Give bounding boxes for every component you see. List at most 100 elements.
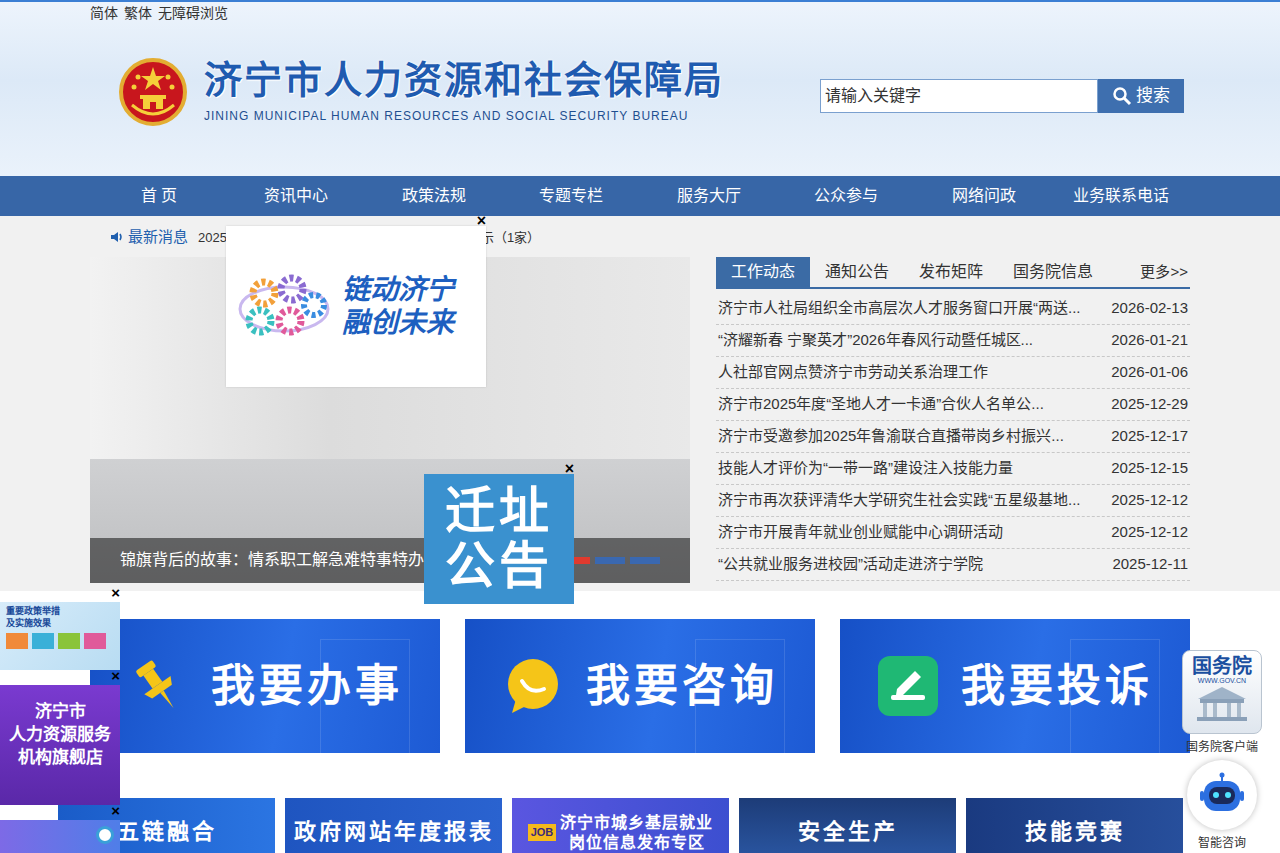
news-date: 2026-01-21 [1111, 329, 1188, 352]
nav-row: 首 页资讯中心政策法规专题专栏服务大厅公众参与网络问政业务联系电话 [90, 176, 1190, 216]
search-input[interactable] [820, 79, 1098, 113]
notice-line: 公告 [445, 539, 553, 594]
quick-button[interactable]: 我要办事 [90, 619, 440, 753]
tile-label: 五链融合 [117, 819, 217, 845]
close-button[interactable]: × [111, 585, 120, 600]
quick-label: 我要办事 [211, 653, 403, 719]
news-date: 2025-12-29 [1111, 393, 1188, 416]
nav-item[interactable]: 政策法规 [365, 176, 503, 216]
robot-label: 智能咨询 [1182, 834, 1262, 852]
close-button[interactable]: × [477, 214, 486, 228]
news-title[interactable]: 济宁市受邀参加2025年鲁渝联合直播带岗乡村振兴... [718, 425, 1064, 448]
quick-button[interactable]: 我要投诉 [840, 619, 1190, 753]
news-title[interactable]: 济宁市再次获评清华大学研究生社会实践“五星级基地... [718, 489, 1081, 512]
nav-item[interactable]: 业务联系电话 [1053, 176, 1191, 216]
news-row: “公共就业服务进校园”活动走进济宁学院 2025-12-11 [716, 549, 1190, 581]
more-link[interactable]: 更多>> [1140, 257, 1190, 287]
relocation-notice[interactable]: ×迁址公告 [424, 474, 574, 604]
close-button[interactable]: × [111, 803, 120, 818]
news-row: 济宁市人社局组织全市高层次人才服务窗口开展“两送... 2026-02-13 [716, 293, 1190, 325]
ad-text: 济宁市 [4, 701, 116, 724]
news-date: 2026-02-13 [1111, 297, 1188, 320]
news-date: 2025-12-11 [1112, 553, 1188, 576]
news-title[interactable]: 济宁市人社局组织全市高层次人才服务窗口开展“两送... [718, 297, 1081, 320]
ticker-label: 最新消息 [128, 226, 188, 249]
tile-head: JOB济宁市城乡基层就业岗位信息发布专区 [528, 813, 714, 851]
topic-tile[interactable]: 安全生产 [739, 798, 956, 853]
carousel-caption[interactable]: 锦旗背后的故事：情系职工解急难特事特办显 [120, 548, 440, 572]
news-tab[interactable]: 国务院信息 [998, 257, 1108, 287]
job-badge: JOB [528, 824, 557, 841]
search-button[interactable]: 搜索 [1098, 79, 1184, 113]
carousel-dot[interactable] [595, 557, 625, 564]
news-zone: 最新消息 2025 示（1家） 锦旗背后的故事：情系职工解急难特事特办显 工作动态通知… [0, 216, 1280, 591]
news-title[interactable]: 人社部官网点赞济宁市劳动关系治理工作 [718, 361, 988, 384]
quick-label: 我要咨询 [586, 653, 778, 719]
nav-item[interactable]: 首 页 [90, 176, 228, 216]
carousel-dot[interactable] [630, 557, 660, 564]
national-emblem-icon [118, 57, 188, 127]
topic-tile[interactable]: 政府网站年度报表 [285, 798, 502, 853]
news-tab[interactable]: 工作动态 [716, 257, 810, 287]
quick-button[interactable]: 我要咨询 [465, 619, 815, 753]
side-ad[interactable]: × [0, 820, 120, 853]
news-tab[interactable]: 发布矩阵 [904, 257, 998, 287]
news-title[interactable]: 济宁市开展青年就业创业赋能中心调研活动 [718, 521, 1003, 544]
news-list: 济宁市人社局组织全市高层次人才服务窗口开展“两送... 2026-02-13 “济耀… [716, 293, 1190, 581]
nav-item[interactable]: 资讯中心 [228, 176, 366, 216]
site-subtitle: JINING MUNICIPAL HUMAN RESOURCES AND SOC… [204, 107, 724, 125]
ad-circle-icon [96, 826, 114, 844]
topic-tile[interactable]: JOB济宁市城乡基层就业岗位信息发布专区 [512, 798, 729, 853]
news-row: 济宁市受邀参加2025年鲁渝联合直播带岗乡村振兴...2025-12-17 [716, 421, 1190, 453]
robot-icon [1199, 772, 1245, 818]
top-link[interactable]: 简体 [90, 2, 118, 24]
main-nav: 首 页资讯中心政策法规专题专栏服务大厅公众参与网络问政业务联系电话 [0, 176, 1280, 216]
gov-url: WWW.GOV.CN [1183, 677, 1261, 685]
news-title[interactable]: 技能人才评价为“一带一路”建设注入技能力量 [718, 457, 1013, 480]
gov-app-label: 国务院客户端 [1182, 738, 1262, 756]
ticker-end: 示（1家） [481, 230, 540, 245]
promo-line: 链动济宁 [342, 274, 454, 306]
close-button[interactable]: × [565, 462, 574, 476]
news-row: “济耀新春 宁聚英才”2026年春风行动暨任城区... 2026-01-21 [716, 325, 1190, 357]
topic-tiles: 五链融合 政府网站年度报表 JOB济宁市城乡基层就业岗位信息发布专区 安全生产 技能竞赛 [58, 798, 1183, 853]
ad-thumbnail [32, 633, 54, 649]
gov-app-link[interactable]: 国务院WWW.GOV.CN国务院客户端 [1182, 650, 1262, 756]
top-link[interactable]: 无障碍浏览 [158, 2, 228, 24]
side-ad[interactable]: ×济宁市人力资源服务机构旗舰店 [0, 685, 120, 805]
ad-text: 及实施效果 [6, 618, 114, 630]
ad-thumbnail [6, 633, 28, 649]
tile-label: 济宁市城乡基层就业 [560, 813, 713, 832]
news-row: 济宁市开展青年就业创业赋能中心调研活动2025-12-12 [716, 517, 1190, 549]
news-date: 2026-01-06 [1111, 361, 1188, 384]
tile-label: 岗位信息发布专区 [560, 833, 713, 852]
nav-item[interactable]: 服务大厅 [640, 176, 778, 216]
nav-item[interactable]: 公众参与 [778, 176, 916, 216]
tile-lines: 济宁市城乡基层就业岗位信息发布专区 [560, 813, 713, 851]
news-panel: 工作动态通知公告发布矩阵国务院信息 更多>> 济宁市人社局组织全市高层次人才服务窗口… [716, 257, 1190, 583]
side-ad[interactable]: ×重要政策举措及实施效果 [0, 602, 120, 670]
news-row: 济宁市再次获评清华大学研究生社会实践“五星级基地...2025-12-12 [716, 485, 1190, 517]
notice-line: 迁址 [445, 484, 553, 539]
site-title-block: 济宁市人力资源和社会保障局JINING MUNICIPAL HUMAN RESO… [204, 59, 724, 125]
ad-text: 机构旗舰店 [4, 747, 116, 770]
nav-item[interactable]: 专题专栏 [503, 176, 641, 216]
speaker-icon [110, 230, 124, 244]
news-title[interactable]: 济宁市2025年度“圣地人才一卡通”合伙人名单公... [718, 393, 1044, 416]
close-button[interactable]: × [111, 668, 120, 683]
page: 简体繁体无障碍浏览 济宁市人力资源和社会保障局JINING MUNICIPAL … [0, 0, 1280, 853]
ad-thumbnail [84, 633, 106, 649]
promo-popup[interactable]: ×链动济宁融创未来 [226, 226, 486, 387]
top-link[interactable]: 繁体 [124, 2, 152, 24]
news-tabs: 工作动态通知公告发布矩阵国务院信息 更多>> [716, 257, 1190, 289]
news-title[interactable]: “公共就业服务进校园”活动走进济宁学院 [718, 553, 983, 576]
news-title[interactable]: “济耀新春 宁聚英才”2026年春风行动暨任城区... [718, 329, 1033, 352]
nav-item[interactable]: 网络问政 [915, 176, 1053, 216]
news-tab[interactable]: 通知公告 [810, 257, 904, 287]
header-main: 济宁市人力资源和社会保障局JINING MUNICIPAL HUMAN RESO… [90, 24, 1190, 176]
tile-label: 安全生产 [798, 819, 898, 845]
gov-building-icon [1194, 685, 1250, 723]
ticker-start: 2025 [198, 230, 227, 245]
smart-consult-link[interactable]: 智能咨询 [1182, 760, 1262, 852]
topic-tile[interactable]: 技能竞赛 [966, 798, 1183, 853]
